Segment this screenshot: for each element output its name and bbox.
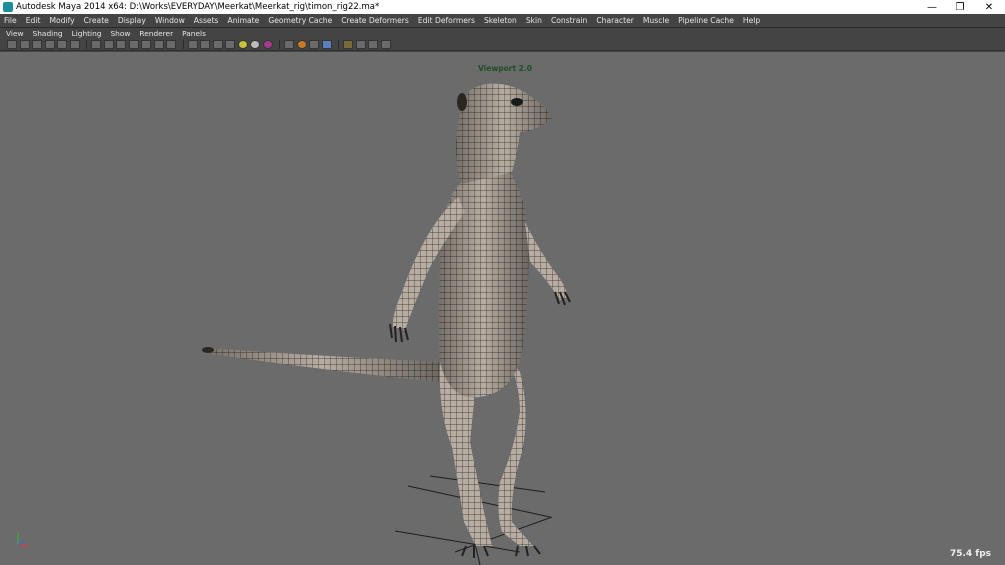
panel-menu-shading[interactable]: Shading [33, 29, 63, 38]
bookmarks-icon[interactable] [32, 40, 42, 49]
menu-edit[interactable]: Edit [26, 16, 41, 25]
viewport-panel[interactable]: Viewport 2.0 75.4 fps [0, 52, 1005, 565]
panel-menu-view[interactable]: View [6, 29, 24, 38]
two-d-pan-zoom-icon[interactable] [57, 40, 67, 49]
resolution-gate-icon[interactable] [116, 40, 126, 49]
smooth-shade-icon[interactable] [200, 40, 210, 49]
menu-pipeline-cache[interactable]: Pipeline Cache [678, 16, 734, 25]
safe-title-icon[interactable] [166, 40, 176, 49]
panel-menu-panels[interactable]: Panels [182, 29, 206, 38]
menu-animate[interactable]: Animate [228, 16, 260, 25]
menu-character[interactable]: Character [596, 16, 634, 25]
meerkat-model [202, 83, 571, 558]
wireframe-icon[interactable] [187, 40, 198, 49]
textured-icon[interactable] [225, 40, 235, 49]
restore-icon[interactable]: ❐ [944, 0, 976, 14]
field-chart-icon[interactable] [141, 40, 151, 49]
xray-joints-icon[interactable] [284, 40, 294, 49]
hud-icon[interactable] [368, 40, 378, 49]
use-all-lights-icon[interactable] [237, 40, 248, 49]
maya-app-icon [3, 2, 13, 12]
menu-skin[interactable]: Skin [526, 16, 542, 25]
grid-icon[interactable] [91, 40, 101, 49]
film-gate-icon[interactable] [103, 40, 114, 49]
menu-skeleton[interactable]: Skeleton [484, 16, 517, 25]
isolate-select-icon[interactable] [343, 40, 353, 49]
toolbar-separator [279, 40, 280, 49]
toolbar-separator [86, 40, 87, 49]
anti-aliasing-icon[interactable] [321, 40, 332, 49]
shadows-icon[interactable] [250, 40, 260, 49]
toolbar-separator [182, 40, 184, 49]
menu-muscle[interactable]: Muscle [643, 16, 669, 25]
xray-icon[interactable] [262, 40, 273, 49]
menu-window[interactable]: Window [155, 16, 185, 25]
panel-menu-bar: View Shading Lighting Show Renderer Pane… [0, 28, 1005, 39]
wireframe-on-shaded-icon[interactable] [212, 40, 223, 49]
menu-file[interactable]: File [4, 16, 17, 25]
close-icon[interactable]: ✕ [973, 0, 1005, 14]
menu-help[interactable]: Help [743, 16, 760, 25]
meerkat-tail [205, 348, 440, 382]
menu-create[interactable]: Create [84, 16, 109, 25]
menu-geometry-cache[interactable]: Geometry Cache [268, 16, 332, 25]
camera-attributes-icon[interactable] [19, 40, 30, 49]
menu-constrain[interactable]: Constrain [551, 16, 587, 25]
menu-assets[interactable]: Assets [194, 16, 219, 25]
menu-display[interactable]: Display [118, 16, 146, 25]
panel-toolbar [0, 39, 1005, 51]
menu-edit-deformers[interactable]: Edit Deformers [418, 16, 475, 25]
motion-blur-icon[interactable] [309, 40, 319, 49]
main-menu-bar: File Edit Modify Create Display Window A… [0, 14, 1005, 27]
depth-of-field-icon[interactable] [355, 40, 366, 49]
grease-pencil-icon[interactable] [69, 40, 80, 49]
menu-create-deformers[interactable]: Create Deformers [341, 16, 409, 25]
gate-mask-icon[interactable] [128, 40, 139, 49]
select-camera-icon[interactable] [7, 40, 17, 49]
toolbar-separator [338, 40, 339, 49]
panel-menu-lighting[interactable]: Lighting [72, 29, 102, 38]
axis-gizmo-icon [17, 533, 29, 547]
menu-modify[interactable]: Modify [49, 16, 74, 25]
image-plane-icon[interactable] [44, 40, 55, 49]
window-title: Autodesk Maya 2014 x64: D:\Works\EVERYDA… [16, 2, 380, 12]
panel-menu-show[interactable]: Show [110, 29, 130, 38]
title-bar: Autodesk Maya 2014 x64: D:\Works\EVERYDA… [0, 0, 1005, 14]
panel-menu-renderer[interactable]: Renderer [139, 29, 173, 38]
viewport-scene [202, 83, 571, 565]
fps-readout: 75.4 fps [949, 549, 991, 559]
share-icon[interactable] [380, 40, 391, 49]
ambient-occlusion-icon[interactable] [296, 40, 307, 49]
safe-action-icon[interactable] [153, 40, 164, 49]
